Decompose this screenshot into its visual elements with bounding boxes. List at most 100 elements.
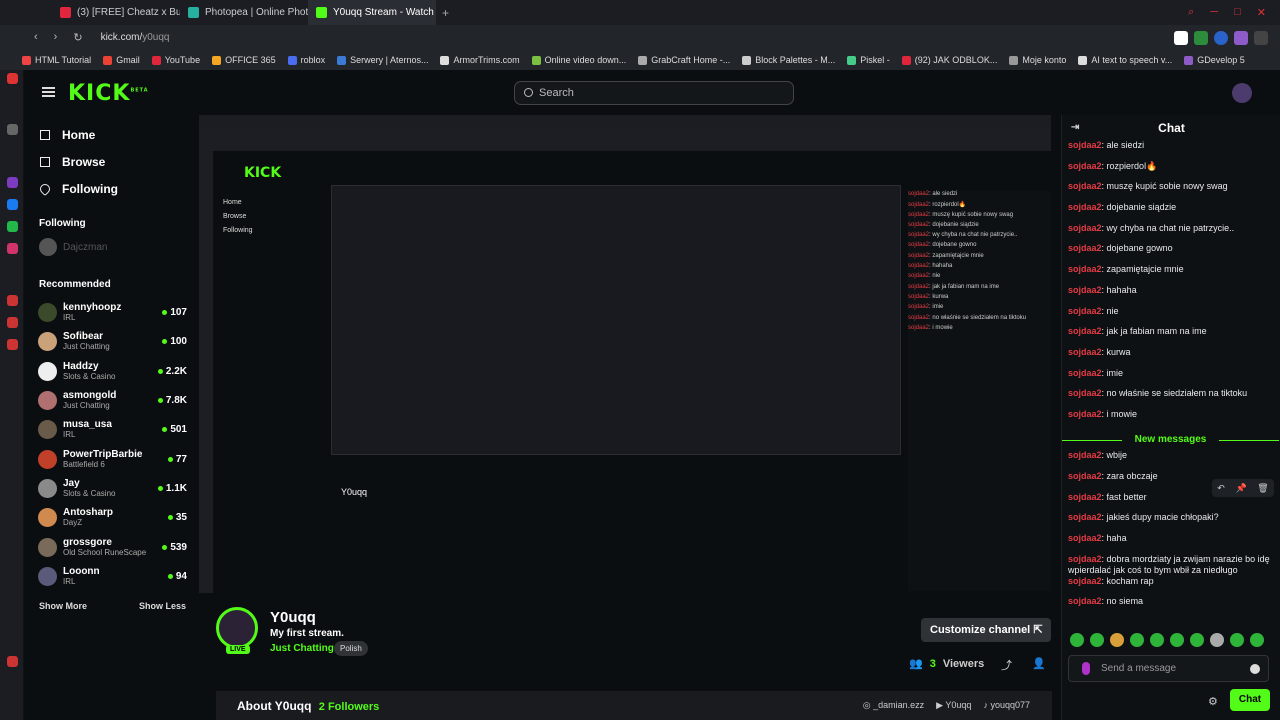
chat-message[interactable]: sojdaa2: ale siedzi [1068,140,1273,161]
minimize-icon[interactable]: ─ [1210,6,1218,19]
share-icon[interactable]: ⤴ [1001,657,1012,673]
sidebar-item-browse[interactable]: Browse [24,148,199,175]
sidebar-item-home[interactable]: Home [24,121,199,148]
bookmark[interactable]: Gmail [103,55,140,65]
chat-settings-icon[interactable]: ⚙ [1208,695,1218,708]
tab-youtube[interactable]: (3) [FREE] Cheatz x Buffa [52,0,180,25]
chat-message[interactable]: sojdaa2: wbije [1068,450,1273,471]
chat-message[interactable]: sojdaa2: kurwa [1068,347,1273,368]
chat-username[interactable]: sojdaa2 [1068,285,1102,295]
bookmark[interactable]: HTML Tutorial [22,55,91,65]
close-window-icon[interactable]: ✕ [1257,6,1266,19]
youtube-link[interactable]: ▶ Y0uqq [936,700,971,711]
delete-icon[interactable]: 🗑 [1257,483,1268,494]
recommended-channel[interactable]: musa_usa IRL 501 [24,415,199,444]
chat-username[interactable]: sojdaa2 [1068,306,1102,316]
url-field[interactable]: kick.com/y0uqq [101,32,170,43]
opera-workspaces-icon[interactable] [7,124,18,135]
tab-kick[interactable]: Y0uqq Stream - Watch Li ✕ [308,0,436,25]
twitch-icon[interactable] [7,177,18,188]
maximize-icon[interactable]: □ [1234,6,1241,19]
emote-icon[interactable] [1090,633,1104,647]
emote-icon[interactable] [1170,633,1184,647]
bookmark[interactable]: Piskel - [847,55,890,65]
sidebar-item-following[interactable]: Following [24,175,199,202]
search-tabs-icon[interactable]: ⌕ [1188,6,1194,19]
user-icon[interactable]: 👤 [1032,657,1046,670]
mic-icon[interactable] [1082,662,1090,675]
following-item[interactable]: Dajczman [24,237,199,257]
emote-icon[interactable] [1230,633,1244,647]
new-tab-icon[interactable]: + [442,6,449,20]
whatsapp-icon[interactable] [7,221,18,232]
search-input[interactable]: Search [514,81,794,105]
send-message-input[interactable]: Send a message [1068,655,1269,682]
opera-settings-icon[interactable] [7,339,18,350]
profile-icon[interactable] [1234,30,1248,45]
tab-photopea[interactable]: Photopea | Online Photo E [180,0,308,25]
chat-username[interactable]: sojdaa2 [1068,450,1102,460]
recommended-channel[interactable]: grossgore Old School RuneScape 539 [24,532,199,561]
emote-icon[interactable] [1190,633,1204,647]
emote-icon[interactable] [1070,633,1084,647]
emote-icon[interactable] [1150,633,1164,647]
extension-icon[interactable] [1214,30,1228,45]
menu-icon[interactable] [42,87,55,97]
recommended-channel[interactable]: Haddzy Slots & Casino 2.2K [24,357,199,386]
chat-username[interactable]: sojdaa2 [1068,512,1102,522]
chat-username[interactable]: sojdaa2 [1068,554,1102,564]
chat-username[interactable]: sojdaa2 [1068,326,1102,336]
chat-username[interactable]: sojdaa2 [1068,181,1102,191]
instagram-link[interactable]: ◎ _damian.ezz [863,700,924,711]
opera-gx-icon[interactable] [7,656,18,667]
emote-icon[interactable] [1210,633,1224,647]
recommended-channel[interactable]: kennyhoopz IRL 107 [24,298,199,327]
chat-username[interactable]: sojdaa2 [1068,533,1102,543]
bookmark[interactable]: Moje konto [1009,55,1066,65]
chat-message[interactable]: sojdaa2: wy chyba na chat nie patrzycie.… [1068,223,1273,244]
recommended-channel[interactable]: asmongold Just Chatting 7.8K [24,386,199,415]
extension-icon[interactable] [1174,30,1188,45]
chat-message[interactable]: sojdaa2: jakieś dupy macie chłopaki? [1068,512,1273,533]
chat-username[interactable]: sojdaa2 [1068,388,1102,398]
extension-icon[interactable] [1194,30,1208,45]
bookmark[interactable]: Serwery | Aternos... [337,55,428,65]
chat-username[interactable]: sojdaa2 [1068,161,1102,171]
chat-message[interactable]: sojdaa2: no właśnie se siedziałem na tik… [1068,388,1273,409]
instagram-icon[interactable] [7,243,18,254]
chat-message[interactable]: sojdaa2: i mowie [1068,409,1273,430]
chat-username[interactable]: sojdaa2 [1068,140,1102,150]
chat-message[interactable]: sojdaa2: zapamiętajcie mnie [1068,264,1273,285]
chat-username[interactable]: sojdaa2 [1068,347,1102,357]
chat-username[interactable]: sojdaa2 [1068,471,1102,481]
emote-icon[interactable] [1130,633,1144,647]
forward-icon[interactable]: › [54,31,58,44]
stream-category[interactable]: Just Chatting [270,643,334,654]
collapse-chat-icon[interactable]: ⇥ [1071,115,1079,141]
chat-message[interactable]: sojdaa2: dojebane gowno [1068,243,1273,264]
chat-username[interactable]: sojdaa2 [1068,409,1102,419]
show-less-button[interactable]: Show Less [139,601,186,611]
customize-channel-button[interactable]: Customize channel ⇱ [921,618,1051,642]
channel-avatar[interactable] [216,607,258,649]
kick-logo[interactable]: KICKBETA [68,81,149,106]
menu-icon[interactable] [1254,30,1268,45]
reply-icon[interactable]: ↶ [1217,483,1225,494]
chat-message[interactable]: sojdaa2: imie [1068,368,1273,389]
emote-icon[interactable] [1250,633,1264,647]
chat-message[interactable]: sojdaa2: hahaha [1068,285,1273,306]
chat-username[interactable]: sojdaa2 [1068,576,1102,586]
channel-name[interactable]: Y0uqq [270,609,316,626]
messenger-icon[interactable] [7,199,18,210]
emoji-icon[interactable] [1250,664,1260,674]
chat-message[interactable]: sojdaa2: nie [1068,306,1273,327]
recommended-channel[interactable]: Antosharp DayZ 35 [24,503,199,532]
opera-extension-icon[interactable] [7,317,18,328]
bookmark[interactable]: Block Palettes - M... [742,55,835,65]
bookmark[interactable]: AI text to speech v... [1078,55,1172,65]
chat-message[interactable]: sojdaa2: no siema [1068,596,1273,617]
bookmark[interactable]: GrabCraft Home -... [638,55,730,65]
chat-message[interactable]: sojdaa2: rozpierdol🔥 [1068,161,1273,182]
chat-username[interactable]: sojdaa2 [1068,243,1102,253]
chat-message[interactable]: sojdaa2: kocham rap [1068,576,1273,597]
